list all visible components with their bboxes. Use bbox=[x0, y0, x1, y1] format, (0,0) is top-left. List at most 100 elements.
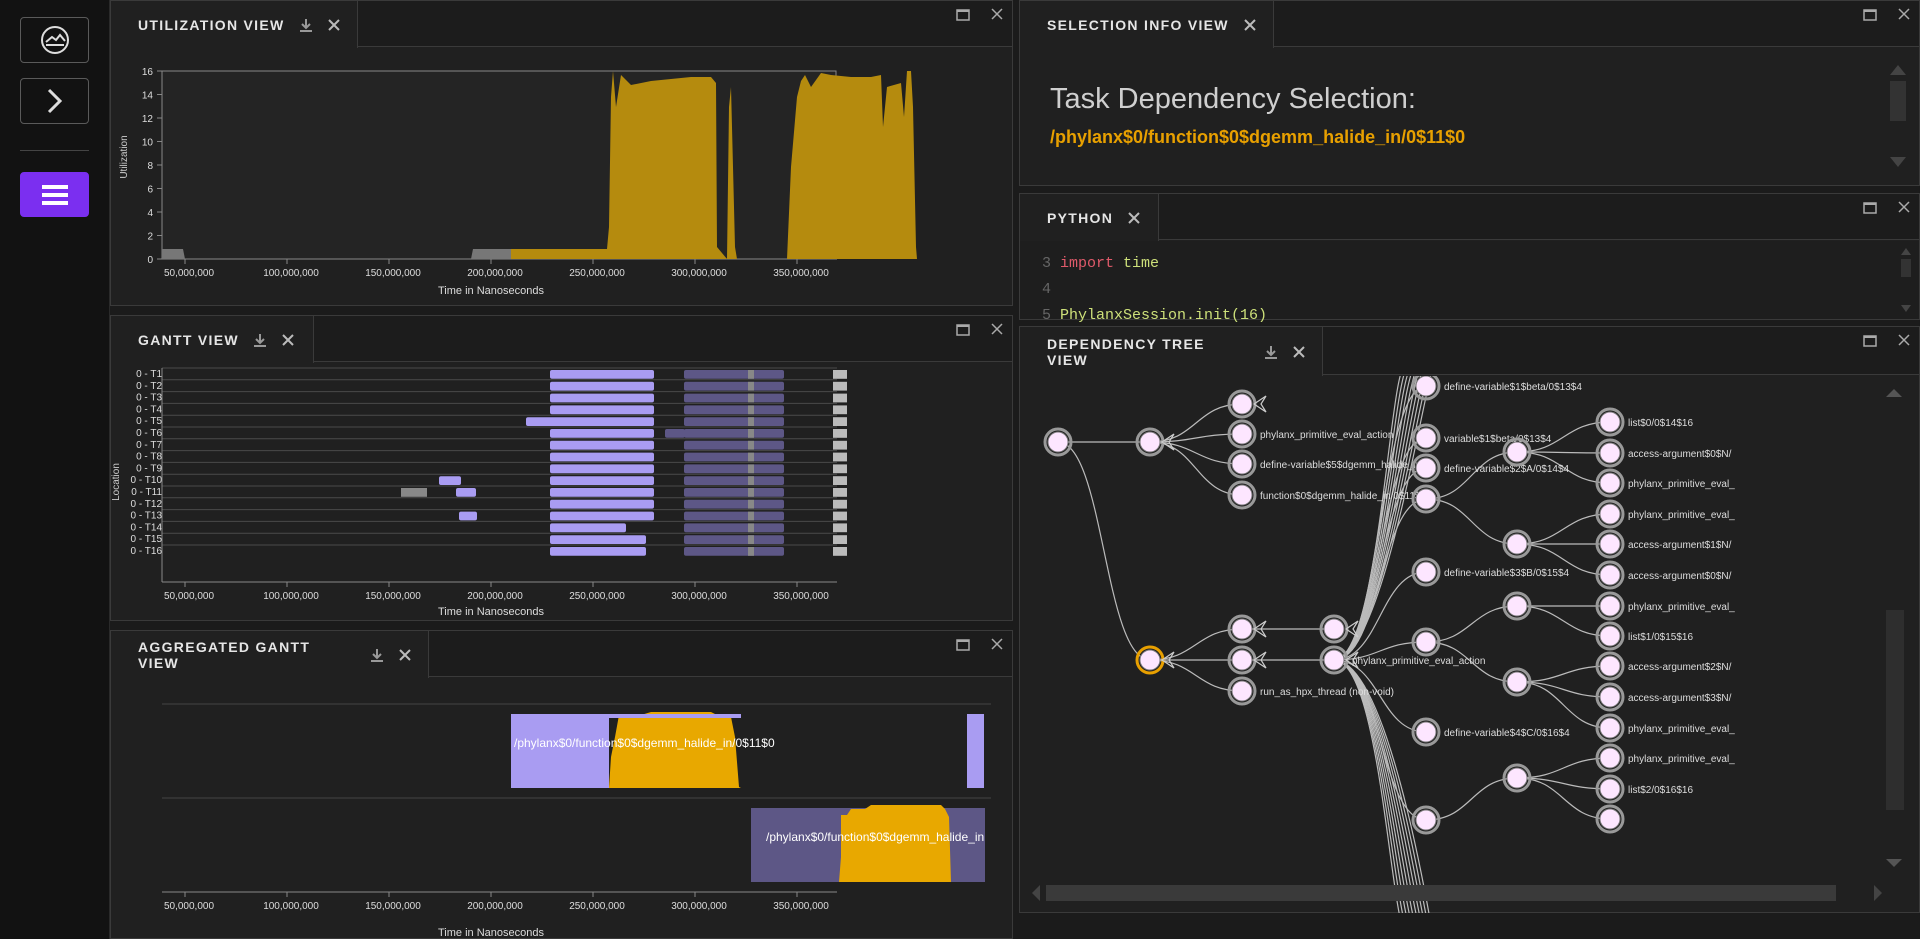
tree-node[interactable] bbox=[1411, 805, 1441, 835]
tree-node[interactable]: phylanx_primitive_eval_ bbox=[1595, 743, 1735, 773]
tree-node[interactable] bbox=[1135, 645, 1175, 675]
tree-node[interactable] bbox=[1411, 484, 1441, 514]
tree-node[interactable]: phylanx_primitive_eval_ bbox=[1595, 591, 1735, 621]
tab-selection-info[interactable]: SELECTION INFO VIEW bbox=[1020, 1, 1274, 48]
gantt-row-label: 0 - T4 bbox=[136, 404, 162, 415]
code-scrollbar[interactable] bbox=[1899, 245, 1913, 317]
maximize-icon[interactable] bbox=[1863, 334, 1877, 352]
maximize-icon[interactable] bbox=[956, 638, 970, 656]
tree-node[interactable]: define-variable$3$B/0$15$4 bbox=[1411, 557, 1570, 587]
close-panel-icon[interactable] bbox=[990, 637, 1004, 656]
tree-node[interactable] bbox=[1227, 389, 1267, 419]
close-tab-icon[interactable] bbox=[1292, 345, 1306, 359]
close-panel-icon[interactable] bbox=[990, 7, 1004, 26]
tree-vertical-scrollbar[interactable] bbox=[1883, 385, 1905, 875]
download-icon[interactable] bbox=[299, 18, 313, 32]
tree-node[interactable] bbox=[1595, 804, 1625, 834]
download-icon[interactable] bbox=[1264, 345, 1278, 359]
code-editor[interactable]: 3 import time 4 5 PhylanxSession.init(16) bbox=[1020, 241, 1919, 324]
tree-node[interactable] bbox=[1502, 437, 1532, 467]
tree-node[interactable] bbox=[1043, 427, 1073, 457]
expand-sidebar-button[interactable] bbox=[20, 78, 89, 124]
gantt-x-label: Time in Nanoseconds bbox=[438, 606, 544, 618]
close-panel-icon[interactable] bbox=[990, 322, 1004, 341]
close-tab-icon[interactable] bbox=[398, 648, 412, 662]
maximize-icon[interactable] bbox=[956, 8, 970, 26]
gantt-bar-task-dark bbox=[684, 547, 784, 556]
tree-node[interactable]: define-variable$1$beta/0$13$4 bbox=[1411, 376, 1582, 401]
tree-canvas[interactable]: phylanx_primitive_eval_action define-vari… bbox=[1020, 376, 1912, 913]
tree-node-label: phylanx_primitive_eval_ bbox=[1628, 510, 1735, 521]
gantt-bar-task bbox=[550, 511, 654, 521]
gantt-bar-task bbox=[550, 440, 654, 450]
tree-node[interactable] bbox=[1227, 645, 1267, 675]
tab-utilization[interactable]: UTILIZATION VIEW bbox=[111, 1, 358, 48]
tree-node[interactable]: access-argument$0$N/ bbox=[1595, 438, 1732, 468]
maximize-icon[interactable] bbox=[956, 323, 970, 341]
download-icon[interactable] bbox=[370, 648, 384, 662]
tree-node[interactable]: define-variable$4$C/0$16$4 bbox=[1411, 717, 1570, 747]
agg-bar-lane1[interactable] bbox=[511, 714, 609, 788]
gantt-bar-task bbox=[526, 417, 654, 426]
tab-dependency-tree[interactable]: DEPENDENCY TREE VIEW bbox=[1020, 327, 1323, 376]
tree-node[interactable] bbox=[1502, 763, 1532, 793]
tree-node-circle bbox=[1506, 595, 1528, 617]
tree-node[interactable] bbox=[1319, 614, 1359, 644]
selection-title: SELECTION INFO VIEW bbox=[1047, 16, 1229, 33]
tree-node[interactable]: phylanx_primitive_eval_ bbox=[1595, 468, 1735, 498]
tree-node[interactable] bbox=[1135, 427, 1175, 457]
tree-node-circle bbox=[1231, 649, 1253, 671]
menu-button[interactable] bbox=[20, 172, 89, 217]
tree-node[interactable]: list$0/0$14$16 bbox=[1595, 407, 1693, 437]
tree-node[interactable] bbox=[1227, 614, 1267, 644]
close-tab-icon[interactable] bbox=[327, 18, 341, 32]
tree-node[interactable]: access-argument$1$N/ bbox=[1595, 529, 1732, 559]
maximize-icon[interactable] bbox=[1863, 201, 1877, 219]
close-panel-icon[interactable] bbox=[1897, 333, 1911, 352]
close-tab-icon[interactable] bbox=[1243, 18, 1257, 32]
gantt-bar-task bbox=[550, 488, 654, 497]
tree-node-circle bbox=[1599, 778, 1621, 800]
app-logo-button[interactable] bbox=[20, 17, 89, 63]
aggregated-x-axis: 50,000,000 100,000,000 150,000,000 200,000,… bbox=[162, 891, 837, 912]
tree-node[interactable]: phylanx_primitive_eval_action bbox=[1227, 419, 1393, 449]
selection-scrollbar[interactable] bbox=[1887, 61, 1909, 171]
tree-node[interactable] bbox=[1502, 667, 1532, 697]
tree-node[interactable] bbox=[1502, 529, 1532, 559]
tree-node[interactable]: define-variable$5$dgemm_halide_in/0 bbox=[1227, 449, 1430, 479]
close-tab-icon[interactable] bbox=[1127, 211, 1141, 225]
maximize-icon[interactable] bbox=[1863, 8, 1877, 26]
tree-node[interactable]: list$2/0$16$16 bbox=[1595, 774, 1693, 804]
tree-node[interactable]: access-argument$2$N/ bbox=[1595, 651, 1732, 681]
close-tab-icon[interactable] bbox=[281, 333, 295, 347]
x-tick-label: 200,000,000 bbox=[467, 591, 523, 602]
tree-node[interactable]: phylanx_primitive_eval_action bbox=[1319, 645, 1485, 675]
tab-python[interactable]: PYTHON bbox=[1020, 194, 1159, 241]
tree-node[interactable]: access-argument$0$N/ bbox=[1595, 560, 1732, 590]
gantt-panel: GANTT VIEW 0 - T1 0 - T2 0 - T3 0 - T4 0 - T… bbox=[110, 315, 1013, 621]
tree-horizontal-scrollbar[interactable] bbox=[1028, 882, 1888, 904]
gantt-row-label: 0 - T6 bbox=[136, 428, 162, 439]
tab-aggregated-gantt[interactable]: AGGREGATED GANTT VIEW bbox=[111, 631, 429, 678]
download-icon[interactable] bbox=[253, 333, 267, 347]
close-panel-icon[interactable] bbox=[1897, 200, 1911, 219]
tree-node[interactable]: variable$1$beta/0$13$4 bbox=[1411, 423, 1552, 453]
tree-node-circle bbox=[1506, 441, 1528, 463]
agg-area-lane1[interactable] bbox=[609, 712, 741, 788]
tree-node[interactable]: list$1/0$15$16 bbox=[1595, 621, 1693, 651]
selection-value[interactable]: /phylanx$0/function$0$dgemm_halide_in/0$… bbox=[1050, 127, 1465, 148]
agg-bar-lane1-end[interactable] bbox=[967, 714, 984, 788]
y-tick-label: 14 bbox=[142, 91, 154, 102]
x-tick-label: 100,000,000 bbox=[263, 268, 319, 279]
tree-link bbox=[1333, 376, 1401, 661]
gantt-bar-task bbox=[550, 405, 654, 415]
close-panel-icon[interactable] bbox=[1897, 7, 1911, 26]
tab-gantt[interactable]: GANTT VIEW bbox=[111, 316, 314, 363]
gantt-bar-end bbox=[833, 440, 847, 450]
gantt-bar-marker bbox=[748, 535, 754, 544]
tree-node[interactable] bbox=[1411, 627, 1441, 657]
tree-node[interactable] bbox=[1502, 591, 1532, 621]
tree-node[interactable]: access-argument$3$N/ bbox=[1595, 682, 1732, 712]
tree-node[interactable]: phylanx_primitive_eval_ bbox=[1595, 499, 1735, 529]
tree-node[interactable]: phylanx_primitive_eval_ bbox=[1595, 713, 1735, 743]
